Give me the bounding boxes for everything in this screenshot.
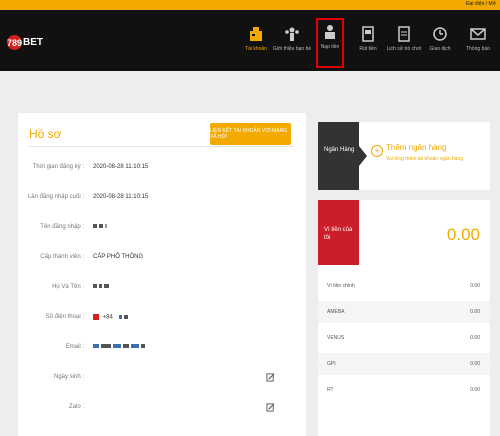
masked-text [105, 224, 107, 229]
add-bank-link[interactable]: Thêm ngân hàng [386, 143, 447, 152]
top-strip-text[interactable]: Đại điện / Mở [466, 1, 496, 7]
username-value [93, 224, 109, 230]
nav-deposit[interactable]: Nạp tiền [316, 18, 344, 68]
flag-icon [93, 314, 99, 320]
main-navbar: 789 BET Tài khoản Giới thiệu bạn bè Nạp … [0, 10, 500, 71]
edit-zalo-icon[interactable] [266, 403, 275, 412]
nav-notifications[interactable]: Thông báo [458, 22, 498, 74]
masked-text [131, 344, 139, 349]
masked-text [104, 284, 109, 289]
wallet-row-name: AMEBA [327, 309, 345, 315]
wallet-row-value: 0.00 [470, 361, 480, 367]
wallet-row-name: VENUS [327, 335, 345, 341]
nav-account[interactable]: Tài khoản [236, 22, 276, 74]
username-label: Tên đăng nhập : [40, 224, 84, 230]
profile-card: Hồ sơ LIÊN KẾT TÀI KHOẢN VỚI MẠNG XÃ HỘI… [18, 113, 306, 436]
wallet-row-name: RT [327, 387, 334, 393]
brand-logo[interactable]: 789 BET [7, 35, 43, 50]
masked-text [99, 224, 103, 229]
masked-text [93, 224, 97, 229]
email-label: Email : [65, 344, 84, 350]
reg-time-value: 2020-08-28 11:10:15 [93, 164, 149, 170]
wallet-card: Ví tiền của tôi 0.00 Ví tiền chính 0.00 … [318, 200, 490, 436]
masked-text [93, 284, 97, 289]
birthday-label: Ngày sinh : [53, 374, 84, 380]
phone-value: +84 [93, 314, 130, 321]
wallet-row: Ví tiền chính 0.00 [318, 275, 490, 297]
last-login-value: 2020-08-28 11:10:15 [93, 194, 149, 200]
account-icon [249, 22, 263, 46]
transaction-icon [432, 22, 448, 46]
wallet-row: VENUS 0.00 [318, 327, 490, 349]
member-level-value: CẤP PHỔ THÔNG [93, 254, 144, 260]
last-login-label: Lần đăng nhập cuối : [27, 194, 84, 200]
masked-text [123, 344, 129, 349]
wallet-header: Ví tiền của tôi [318, 200, 359, 265]
top-strip: Đại điện / Mở [0, 0, 500, 10]
nav-history-label: Lịch sử trò chơi [386, 46, 422, 52]
history-icon [398, 22, 410, 46]
nav-notifications-label: Thông báo [466, 46, 490, 52]
phone-label: Số điện thoại : [45, 314, 84, 320]
edit-birthday-icon[interactable] [266, 373, 275, 382]
masked-text [101, 344, 111, 349]
phone-prefix: +84 [102, 314, 113, 321]
fullname-value [93, 284, 111, 290]
wallet-header-label: Ví tiền của tôi [324, 227, 353, 241]
wallet-row: RT 0.00 [318, 379, 490, 401]
masked-text [123, 315, 128, 319]
wallet-total: 0.00 [446, 225, 480, 244]
member-level-label: Cấp thành viên : [40, 254, 84, 260]
wallet-row-name: Ví tiền chính [327, 283, 355, 289]
bank-card: Ngân Hàng + Thêm ngân hàng Vui lòng thêm… [318, 122, 490, 190]
wallet-row-value: 0.00 [470, 283, 480, 289]
wallet-row-value: 0.00 [470, 387, 480, 393]
logo-text: BET [23, 37, 43, 48]
fullname-label: Họ Và Tên : [52, 284, 84, 290]
masked-text [99, 284, 102, 289]
logo-badge: 789 [7, 35, 22, 50]
link-social-button[interactable]: LIÊN KẾT TÀI KHOẢN VỚI MẠNG XÃ HỘI [210, 123, 291, 145]
reg-time-label: Thời gian đăng ký : [32, 164, 84, 170]
deposit-icon [323, 20, 337, 44]
wallet-row-value: 0.00 [470, 335, 480, 341]
add-bank-icon[interactable]: + [371, 145, 383, 157]
nav-referral-label: Giới thiệu bạn bè [272, 46, 312, 52]
nav-transaction[interactable]: Giao dịch [420, 22, 460, 74]
withdraw-icon [361, 22, 375, 46]
profile-divider [29, 146, 294, 147]
referral-icon [284, 22, 300, 46]
add-bank-hint: Vui lòng thêm tài khoản ngân hàng [386, 156, 464, 162]
masked-text [118, 315, 122, 319]
wallet-column: Ngân Hàng + Thêm ngân hàng Vui lòng thêm… [318, 122, 490, 436]
nav-history[interactable]: Lịch sử trò chơi [384, 22, 424, 74]
nav-withdraw[interactable]: Rút tiền [348, 22, 388, 74]
nav-transaction-label: Giao dịch [429, 46, 451, 52]
bank-header: Ngân Hàng [318, 122, 367, 190]
wallet-row-name: GPI [327, 361, 336, 367]
zalo-label: Zalo : [68, 404, 84, 410]
mail-icon [470, 22, 486, 46]
bank-header-label: Ngân Hàng [324, 147, 355, 153]
nav-deposit-label: Nạp tiền [320, 44, 340, 50]
masked-text [141, 344, 145, 349]
wallet-row: AMEBA 0.00 [318, 301, 490, 323]
masked-text [93, 344, 99, 349]
wallet-row: GPI 0.00 [318, 353, 490, 375]
email-value [93, 344, 147, 350]
wallet-row-value: 0.00 [470, 309, 480, 315]
nav-account-label: Tài khoản [245, 46, 267, 52]
nav-withdraw-label: Rút tiền [359, 46, 377, 52]
profile-title: Hồ sơ [29, 127, 62, 141]
masked-text [113, 344, 121, 349]
nav-referral[interactable]: Giới thiệu bạn bè [272, 22, 312, 74]
